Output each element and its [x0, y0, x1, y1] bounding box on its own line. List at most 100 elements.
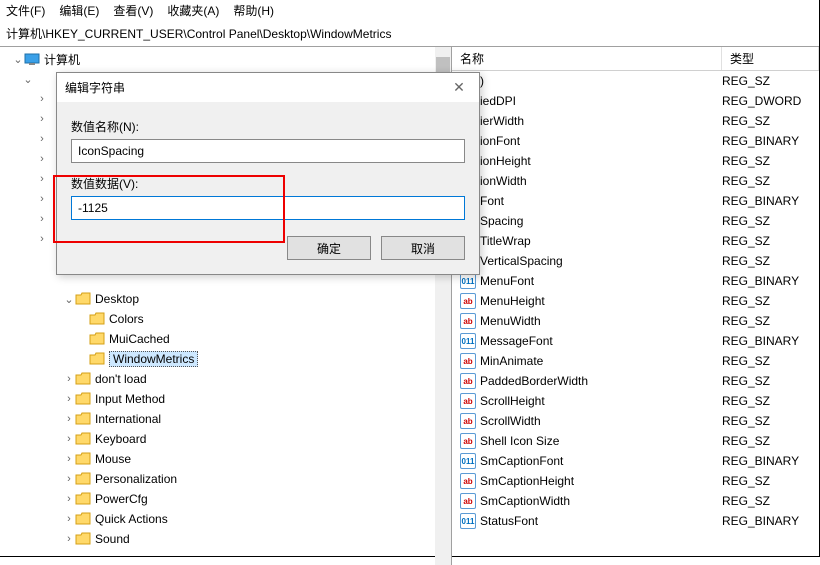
list-row[interactable]: abScrollHeightREG_SZ	[452, 391, 819, 411]
tree-root[interactable]: 计算机	[44, 51, 80, 68]
list-row[interactable]: abMinAnimateREG_SZ	[452, 351, 819, 371]
list-row[interactable]: abionHeightREG_SZ	[452, 151, 819, 171]
folder-icon	[89, 352, 105, 366]
menu-edit[interactable]: 编辑(E)	[59, 2, 99, 19]
chevron-right-icon[interactable]: ›	[36, 233, 48, 245]
value-name: SmCaptionWidth	[480, 494, 722, 508]
value-type: REG_SZ	[722, 254, 770, 268]
tree-item[interactable]: ›Personalization	[0, 469, 451, 489]
cancel-button[interactable]: 取消	[381, 236, 465, 260]
list-row[interactable]: abPaddedBorderWidthREG_SZ	[452, 371, 819, 391]
value-name: ScrollWidth	[480, 414, 722, 428]
tree-item[interactable]: ›Quick Actions	[0, 509, 451, 529]
chevron-right-icon[interactable]: ›	[63, 533, 75, 545]
menu-fav[interactable]: 收藏夹(A)	[167, 2, 219, 19]
tree-item-label: Sound	[95, 532, 130, 546]
value-name: Shell Icon Size	[480, 434, 722, 448]
chevron-right-icon[interactable]: ›	[36, 193, 48, 205]
list-row[interactable]: 011SmCaptionFontREG_BINARY	[452, 451, 819, 471]
list-row[interactable]: abSmCaptionHeightREG_SZ	[452, 471, 819, 491]
chevron-right-icon[interactable]: ›	[36, 133, 48, 145]
list-row[interactable]: abMenuHeightREG_SZ	[452, 291, 819, 311]
folder-icon	[89, 312, 105, 326]
chevron-right-icon[interactable]: ›	[63, 433, 75, 445]
chevron-right-icon[interactable]: ›	[63, 413, 75, 425]
list-row[interactable]: abVerticalSpacingREG_SZ	[452, 251, 819, 271]
chevron-right-icon[interactable]: ›	[63, 473, 75, 485]
tree-item[interactable]: › Input Method	[0, 389, 451, 409]
tree-item[interactable]: Colors	[0, 309, 451, 329]
edit-string-dialog: 编辑字符串 ✕ 数值名称(N): 数值数据(V): 确定 取消	[56, 72, 480, 275]
tree-item[interactable]: › Sound	[0, 529, 451, 549]
value-type: REG_SZ	[722, 294, 770, 308]
values-pane[interactable]: 名称 类型 ab)REG_SZ011iedDPIREG_DWORDabierWi…	[452, 47, 819, 565]
value-name-input[interactable]	[71, 139, 465, 163]
chevron-right-icon[interactable]: ›	[36, 113, 48, 125]
ok-button[interactable]: 确定	[287, 236, 371, 260]
list-row[interactable]: ab)REG_SZ	[452, 71, 819, 91]
chevron-down-icon[interactable]: ⌄	[63, 293, 75, 306]
list-row[interactable]: 011FontREG_BINARY	[452, 191, 819, 211]
chevron-right-icon[interactable]: ›	[36, 93, 48, 105]
value-type: REG_DWORD	[722, 94, 801, 108]
folder-icon	[75, 292, 91, 306]
chevron-down-icon[interactable]: ⌄	[22, 73, 34, 86]
close-icon[interactable]: ✕	[447, 79, 471, 96]
menu-help[interactable]: 帮助(H)	[233, 2, 274, 19]
chevron-right-icon[interactable]: ›	[36, 213, 48, 225]
folder-icon	[75, 532, 91, 546]
value-type: REG_SZ	[722, 114, 770, 128]
tree-item-label: Colors	[109, 312, 144, 326]
tree-item-label: Keyboard	[95, 432, 146, 446]
value-type: REG_SZ	[722, 434, 770, 448]
tree-item[interactable]: MuiCached	[0, 329, 451, 349]
list-row[interactable]: abShell Icon SizeREG_SZ	[452, 431, 819, 451]
reg-string-icon: ab	[460, 493, 476, 509]
tree-item[interactable]: ›don't load	[0, 369, 451, 389]
reg-string-icon: ab	[460, 413, 476, 429]
list-row[interactable]: 011MessageFontREG_BINARY	[452, 331, 819, 351]
chevron-right-icon[interactable]: ›	[63, 493, 75, 505]
menu-view[interactable]: 查看(V)	[113, 2, 153, 19]
address-bar[interactable]: 计算机\HKEY_CURRENT_USER\Control Panel\Desk…	[0, 21, 819, 47]
list-row[interactable]: abTitleWrapREG_SZ	[452, 231, 819, 251]
chevron-down-icon[interactable]: ⌄	[12, 53, 24, 66]
chevron-right-icon[interactable]: ›	[63, 393, 75, 405]
value-type: REG_BINARY	[722, 514, 799, 528]
value-name: MessageFont	[480, 334, 722, 348]
list-row[interactable]: abierWidthREG_SZ	[452, 111, 819, 131]
value-name: ScrollHeight	[480, 394, 722, 408]
tree-item[interactable]: WindowMetrics	[0, 349, 451, 369]
tree-item-desktop[interactable]: ⌄ Desktop	[0, 289, 451, 309]
col-header-type[interactable]: 类型	[722, 47, 819, 70]
list-row[interactable]: abSpacingREG_SZ	[452, 211, 819, 231]
col-header-name[interactable]: 名称	[452, 47, 722, 70]
value-type: REG_SZ	[722, 494, 770, 508]
value-type: REG_SZ	[722, 314, 770, 328]
chevron-right-icon[interactable]: ›	[63, 513, 75, 525]
tree-item[interactable]: ›International	[0, 409, 451, 429]
list-row[interactable]: 011iedDPIREG_DWORD	[452, 91, 819, 111]
list-row[interactable]: abionWidthREG_SZ	[452, 171, 819, 191]
chevron-right-icon[interactable]: ›	[36, 173, 48, 185]
value-name: MinAnimate	[480, 354, 722, 368]
list-row[interactable]: ab SmCaptionWidthREG_SZ	[452, 491, 819, 511]
chevron-right-icon[interactable]: ›	[36, 153, 48, 165]
list-row[interactable]: 011StatusFontREG_BINARY	[452, 511, 819, 531]
list-row[interactable]: 011MenuFontREG_BINARY	[452, 271, 819, 291]
tree-item-label: Input Method	[95, 392, 165, 406]
chevron-right-icon[interactable]: ›	[63, 453, 75, 465]
list-row[interactable]: 011ionFontREG_BINARY	[452, 131, 819, 151]
value-data-input[interactable]	[71, 196, 465, 220]
tree-item[interactable]: › Keyboard	[0, 429, 451, 449]
folder-icon	[75, 472, 91, 486]
chevron-right-icon[interactable]: ›	[63, 373, 75, 385]
list-header[interactable]: 名称 类型	[452, 47, 819, 71]
menu-file[interactable]: 文件(F)	[6, 2, 45, 19]
list-row[interactable]: abMenuWidthREG_SZ	[452, 311, 819, 331]
value-name: SmCaptionHeight	[480, 474, 722, 488]
list-row[interactable]: abScrollWidthREG_SZ	[452, 411, 819, 431]
tree-item[interactable]: ›Mouse	[0, 449, 451, 469]
tree-item[interactable]: ›PowerCfg	[0, 489, 451, 509]
value-type: REG_SZ	[722, 234, 770, 248]
